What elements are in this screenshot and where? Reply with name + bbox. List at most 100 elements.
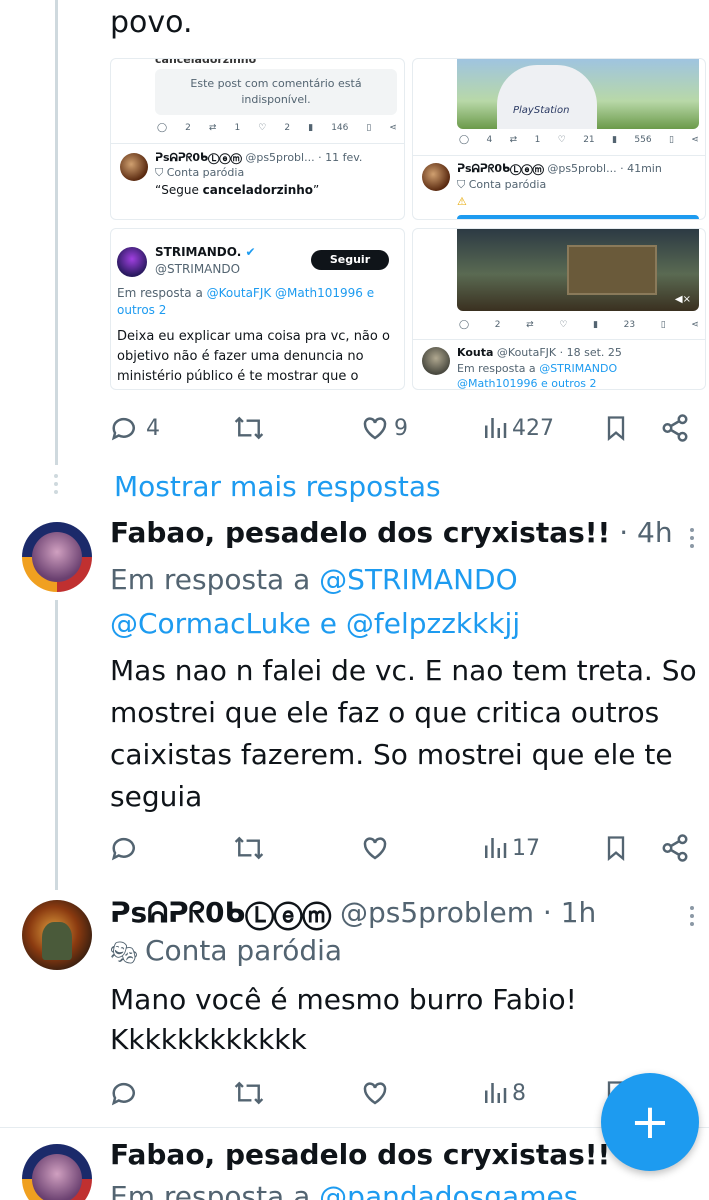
fabao-avatar[interactable]	[22, 522, 92, 592]
quote-card-3[interactable]: STRIMANDO. ✔ @STRIMANDO Seguir Em respos…	[110, 228, 405, 390]
quote-card-1[interactable]: canceladorzinho Este post com comentário…	[110, 58, 405, 220]
reply-link-cormacluke[interactable]: @CormacLuke	[110, 607, 311, 640]
like-icon	[363, 417, 387, 440]
reply-sep: e	[310, 607, 346, 640]
share-button[interactable]	[660, 408, 690, 448]
strimando-avatar	[117, 247, 147, 277]
ps5problem-avatar-figure	[42, 922, 72, 960]
repost-button[interactable]	[232, 1073, 266, 1113]
repost-icon: ⇄	[509, 135, 518, 145]
show-more-replies[interactable]: Mostrar mais respostas	[114, 470, 441, 503]
reply-button[interactable]: 4	[110, 408, 160, 448]
post-time: · 4h	[619, 516, 673, 549]
reply-icon: ◯	[157, 123, 168, 133]
body-suffix: ”	[313, 183, 320, 197]
building-shape	[567, 245, 657, 295]
like-button[interactable]: 9	[360, 408, 408, 448]
post3-header: Fabao, pesadelo dos cryxistas!!	[110, 1138, 610, 1171]
author-handle[interactable]: @ps5problem	[340, 896, 534, 929]
bookmark-icon: ▯	[669, 135, 674, 145]
card2-avatar	[422, 163, 450, 191]
reply-prefix: Em resposta a	[110, 563, 320, 596]
views-button[interactable]: 17	[482, 828, 540, 868]
author-name[interactable]: Fabao, pesadelo dos cryxistas!!	[110, 516, 610, 549]
reply-prefix: Em resposta a	[110, 1180, 320, 1200]
share-icon	[662, 834, 688, 862]
quote-card-2[interactable]: PlayStation ◯ 4 ⇄ 1 ♡ 21 ▮ 556 ▯ ⋖ ᕈsᕱᕈᖇ0ᑲⓁⓔⓜ…	[412, 58, 706, 220]
reply-link-pandadosgames[interactable]: @pandadosgames	[319, 1180, 578, 1200]
share-icon: ⋖	[389, 123, 397, 133]
thread-line-top	[55, 0, 58, 465]
like-icon: ♡	[557, 135, 566, 145]
bookmark-button[interactable]	[602, 408, 630, 448]
parody-label: Conta paródia	[468, 178, 547, 191]
card2-next-strip	[457, 215, 699, 219]
ps5problem-avatar[interactable]	[22, 900, 92, 970]
repost-button[interactable]	[232, 828, 266, 868]
reply-link-strimando[interactable]: @STRIMANDO	[319, 563, 517, 596]
mute-icon[interactable]: ◀×	[675, 294, 691, 305]
repost-icon	[234, 836, 264, 860]
share-icon	[662, 414, 688, 442]
views-button[interactable]: 8	[482, 1073, 526, 1113]
card1-divider	[111, 143, 404, 144]
views-icon	[485, 838, 507, 858]
reply-icon: ◯	[459, 320, 470, 330]
card1-author-row: ᕈsᕱᕈᖇ0ᑲⓁⓔⓜ @ps5probl... · 11 fev.	[155, 151, 362, 165]
author-handle: @KoutaFJK	[496, 346, 557, 359]
reply-link-felpzzkkkjj[interactable]: @felpzzkkkjj	[346, 607, 520, 640]
reply-button[interactable]	[110, 1073, 140, 1113]
like-button[interactable]	[360, 1073, 390, 1113]
unavailable-text: Este post com comentário está indisponív…	[190, 77, 362, 106]
reply-icon	[111, 837, 135, 861]
author-handle: @ps5probl...	[245, 151, 315, 164]
card2-stats: ◯ 4 ⇄ 1 ♡ 21 ▮ 556 ▯ ⋖	[459, 135, 699, 145]
video-thumbnail[interactable]: ◀×	[457, 229, 699, 311]
author-name: ᕈsᕱᕈᖇ0ᑲⓁⓔⓜ	[155, 151, 242, 164]
views-icon: ▮	[612, 135, 618, 145]
mask-icon: 🎭︎	[110, 941, 145, 966]
bookmark-icon: ▯	[660, 320, 666, 330]
mask-icon: ⛉	[155, 166, 167, 179]
post2-parody: 🎭︎ Conta paródia	[110, 934, 342, 967]
author-handle: @ps5probl...	[547, 162, 617, 175]
reply-button[interactable]	[110, 828, 140, 868]
post1-header: Fabao, pesadelo dos cryxistas!! · 4h	[110, 516, 673, 549]
reply-count: 4	[486, 135, 493, 145]
author-name[interactable]: Fabao, pesadelo dos cryxistas!!	[110, 1138, 610, 1171]
like-icon	[363, 837, 387, 860]
thread-dots	[52, 474, 60, 498]
reply-count: 2	[185, 123, 191, 133]
views-icon	[485, 418, 507, 438]
compose-fab[interactable]: +	[601, 1073, 699, 1171]
bookmark-button[interactable]	[602, 828, 630, 868]
views-icon: ▮	[593, 320, 599, 330]
person-shape	[497, 65, 597, 129]
like-button[interactable]	[360, 828, 390, 868]
quote-card-4[interactable]: ◀× ◯ 2 ⇄ ♡ ▮ 23 ▯ ⋖ Kouta @KoutaFJK · 18 se…	[412, 228, 706, 390]
post2-more-icon[interactable]	[690, 906, 696, 930]
views-button[interactable]: 427	[482, 408, 554, 448]
author-name[interactable]: ᕈsᕱᕈᖇ0ᑲⓁⓔⓜ	[110, 896, 331, 929]
fabao-avatar-2[interactable]	[22, 1144, 92, 1200]
views-count: 146	[331, 123, 349, 133]
post-time: · 1h	[542, 896, 597, 929]
repost-button[interactable]	[232, 408, 266, 448]
share-button[interactable]	[660, 828, 690, 868]
repost-count: 1	[234, 123, 241, 133]
thread-line-post1	[55, 600, 58, 890]
card1-avatar	[120, 153, 148, 181]
reply-prefix: Em resposta a	[457, 362, 540, 375]
post1-reply-to: Em resposta a @STRIMANDO @CormacLuke e @…	[110, 558, 700, 646]
body-bold: canceladorzinho	[202, 183, 314, 197]
post1-more-icon[interactable]	[690, 528, 696, 552]
card3-reply-to: Em resposta a @KoutaFJK @Math101996 e ou…	[117, 285, 397, 319]
like-icon: ♡	[258, 123, 267, 133]
card2-divider	[413, 155, 705, 156]
post-text-tail: povo.	[110, 5, 193, 40]
post-date: · 41min	[620, 162, 662, 175]
follow-button[interactable]: Seguir	[311, 250, 389, 270]
card4-reply-to: Em resposta a @STRIMANDO @Math101996 e o…	[457, 361, 697, 389]
warning-icon: ⚠	[457, 195, 467, 208]
repost-icon	[234, 416, 264, 440]
